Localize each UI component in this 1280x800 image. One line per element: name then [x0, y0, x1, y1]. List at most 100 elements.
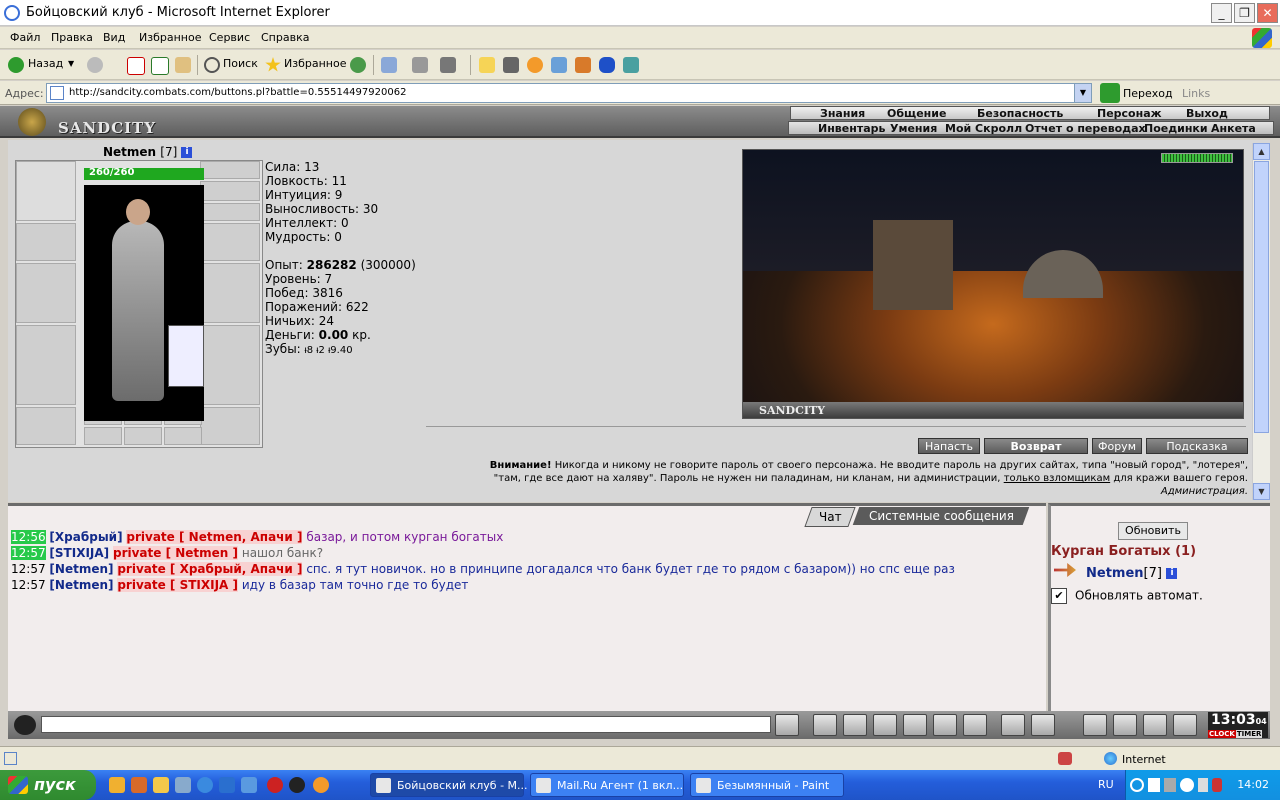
address-input[interactable]: http://sandcity.combats.com/buttons.pl?b…	[46, 83, 1092, 103]
send-icon[interactable]	[775, 714, 799, 736]
chat-private-recipients[interactable]: private [ STIXIJA ]	[117, 578, 239, 592]
auto-refresh-checkbox[interactable]: ✔	[1051, 588, 1067, 604]
scroll-slot-2[interactable]	[124, 427, 162, 445]
search-label[interactable]: Поиск	[223, 57, 258, 70]
bag-icon[interactable]	[1083, 714, 1107, 736]
scroll-down-icon[interactable]: ▼	[1253, 483, 1270, 500]
minimize-button[interactable]: _	[1211, 3, 1232, 23]
clear-icon[interactable]	[813, 714, 837, 736]
clan-icon[interactable]	[1031, 714, 1055, 736]
nav-inventory[interactable]: Инвентарь	[818, 122, 885, 136]
quicklaunch-folder-icon[interactable]	[109, 777, 125, 793]
lock-icon[interactable]	[1143, 714, 1167, 736]
nav-my-scroll[interactable]: Мой Скролл	[945, 122, 1022, 136]
quicklaunch-app-icon[interactable]	[131, 777, 147, 793]
boots-slot[interactable]	[200, 407, 260, 445]
print-icon[interactable]	[412, 57, 428, 73]
tray-bluetooth-icon[interactable]	[1212, 778, 1222, 792]
chat-time[interactable]: 12:56	[11, 530, 46, 544]
quicklaunch-player-icon[interactable]	[289, 777, 305, 793]
armor-slot[interactable]	[16, 325, 76, 405]
address-dropdown-icon[interactable]: ▼	[1074, 84, 1091, 102]
plugin-icon[interactable]	[623, 57, 639, 73]
room-user[interactable]: Netmen[7] i	[1086, 566, 1178, 581]
chat-private-recipients[interactable]: private [ Храбрый, Апачи ]	[117, 562, 303, 576]
friends-icon[interactable]	[1113, 714, 1137, 736]
links-label[interactable]: Links	[1182, 87, 1210, 100]
chat-user[interactable]: [Netmen]	[49, 578, 113, 592]
mail-icon[interactable]	[381, 57, 397, 73]
scroll-slot-3[interactable]	[164, 427, 202, 445]
menu-file[interactable]: Файл	[10, 31, 40, 44]
maximize-button[interactable]: ❐	[1234, 3, 1255, 23]
scroll-up-icon[interactable]: ▲	[1253, 143, 1270, 160]
quicklaunch-globe-icon[interactable]	[197, 777, 213, 793]
translit-icon[interactable]	[933, 714, 957, 736]
chat-time[interactable]: 12:57	[11, 578, 46, 592]
smile-face-icon[interactable]	[14, 715, 36, 735]
quicklaunch-desktop-icon[interactable]	[175, 777, 191, 793]
nav-profile[interactable]: Анкета	[1211, 122, 1256, 136]
menu-help[interactable]: Справка	[261, 31, 309, 44]
nav-character[interactable]: Персонаж	[1097, 107, 1162, 121]
research-icon[interactable]	[575, 57, 591, 73]
weapon-slot[interactable]	[16, 263, 76, 323]
blocked-popup-icon[interactable]	[1058, 752, 1072, 765]
character-name[interactable]: Netmen	[103, 145, 156, 159]
menu-view[interactable]: Вид	[103, 31, 125, 44]
nav-skills[interactable]: Умения	[890, 122, 937, 136]
shield-slot[interactable]	[200, 263, 260, 323]
filter-icon[interactable]	[843, 714, 867, 736]
chat-user[interactable]: [STIXIJA]	[49, 546, 109, 560]
menu-tools[interactable]: Сервис	[209, 31, 250, 44]
messenger-icon[interactable]	[551, 57, 567, 73]
favorites-star-icon[interactable]	[265, 57, 281, 72]
history-icon[interactable]	[350, 57, 366, 73]
quicklaunch-editor-icon[interactable]	[241, 777, 257, 793]
pants-slot[interactable]	[200, 325, 260, 405]
gloves-slot[interactable]	[200, 223, 260, 261]
nav-security[interactable]: Безопасность	[977, 107, 1063, 121]
back-label[interactable]: Назад	[28, 57, 63, 70]
earrings-slot[interactable]	[200, 181, 260, 201]
tray-chevron-icon[interactable]	[1130, 778, 1144, 792]
tray-clock-icon[interactable]	[1180, 778, 1194, 792]
save-icon[interactable]	[873, 714, 897, 736]
start-button[interactable]: пуск	[0, 770, 96, 800]
task-mailru-agent[interactable]: Mail.Ru Агент (1 вкл...	[530, 773, 684, 797]
quicklaunch-mail-icon[interactable]	[313, 777, 329, 793]
nav-knowledge[interactable]: Знания	[820, 107, 865, 121]
quicklaunch-ie-icon[interactable]	[219, 777, 235, 793]
tray-device-icon[interactable]	[1198, 778, 1208, 792]
chat-user[interactable]: [Netmen]	[49, 562, 113, 576]
user-info-icon[interactable]: i	[1166, 568, 1178, 579]
nav-duels[interactable]: Поединки	[1144, 122, 1208, 136]
nav-communication[interactable]: Общение	[887, 107, 946, 121]
tab-chat[interactable]: Чат	[804, 507, 856, 527]
at-mail-icon[interactable]	[527, 57, 543, 73]
forum-button[interactable]: Форум	[1092, 438, 1142, 454]
sound-icon[interactable]	[963, 714, 987, 736]
scroll-slot-1[interactable]	[84, 427, 122, 445]
stop-icon[interactable]	[127, 57, 145, 75]
language-indicator[interactable]: RU	[1098, 778, 1114, 791]
hackers-link[interactable]: только взломщикам	[1004, 473, 1110, 484]
address-url[interactable]: http://sandcity.combats.com/buttons.pl?b…	[69, 87, 406, 98]
quicklaunch-opera-icon[interactable]	[267, 777, 283, 793]
attack-button[interactable]: Напасть	[918, 438, 980, 454]
return-button[interactable]: Возврат	[984, 438, 1088, 454]
tab-system-messages[interactable]: Системные сообщения	[852, 507, 1030, 525]
chat-private-recipients[interactable]: private [ Netmen, Апачи ]	[126, 530, 303, 544]
back-dropdown-icon[interactable]: ▼	[68, 59, 74, 68]
helmet-slot[interactable]	[200, 161, 260, 179]
edit-icon[interactable]	[440, 57, 456, 73]
task-fightclub[interactable]: Бойцовский клуб - М...	[370, 773, 528, 797]
character-avatar[interactable]	[84, 185, 204, 421]
refresh-icon[interactable]	[151, 57, 169, 75]
scroll-thumb[interactable]	[1254, 161, 1269, 433]
chat-user[interactable]: [Храбрый]	[49, 530, 122, 544]
quicklaunch-clock-icon[interactable]	[153, 777, 169, 793]
rings-slot[interactable]	[200, 203, 260, 221]
favorites-label[interactable]: Избранное	[284, 57, 346, 70]
menu-edit[interactable]: Правка	[51, 31, 93, 44]
